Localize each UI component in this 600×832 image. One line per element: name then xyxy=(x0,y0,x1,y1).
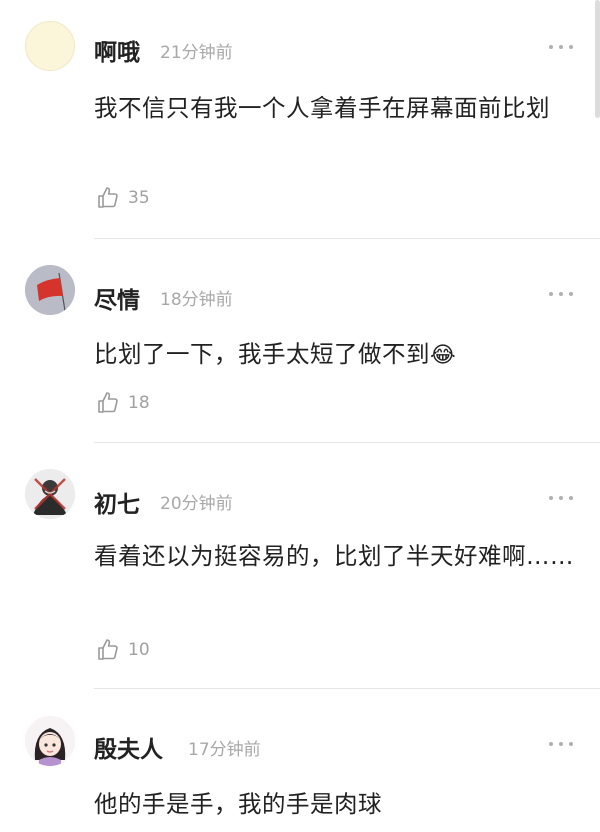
comment-text: 他的手是手，我的手是肉球 xyxy=(94,790,382,818)
comment-text: 我不信只有我一个人拿着手在屏幕面前比划 xyxy=(94,94,550,122)
avatar[interactable] xyxy=(25,265,75,315)
dark-figure-image xyxy=(25,469,75,519)
more-options-icon[interactable] xyxy=(549,42,573,52)
more-options-icon[interactable] xyxy=(549,739,573,749)
thumbs-up-icon xyxy=(98,187,118,208)
comment-item: 殷夫人 17分钟前 他的手是手，我的手是肉球 xyxy=(0,690,600,832)
comment-timestamp: 21分钟前 xyxy=(160,43,233,63)
comment-timestamp: 17分钟前 xyxy=(188,740,261,760)
like-count: 10 xyxy=(128,640,150,660)
comment-text: 看着还以为挺容易的，比划了半天好难啊…… xyxy=(94,542,574,570)
like-button[interactable]: 10 xyxy=(96,638,150,662)
comment-username[interactable]: 殷夫人 xyxy=(94,730,163,764)
comment-timestamp: 20分钟前 xyxy=(160,494,233,514)
cartoon-girl-image xyxy=(25,716,75,766)
more-options-icon[interactable] xyxy=(549,289,573,299)
like-button[interactable]: 35 xyxy=(96,186,150,210)
comment-item: 尽情 18分钟前 比划了一下，我手太短了做不到😂 18 xyxy=(0,240,600,444)
laughing-crying-emoji-icon: 😂 xyxy=(430,343,457,368)
comment-username[interactable]: 尽情 xyxy=(94,281,140,315)
thumbs-up-icon xyxy=(98,639,118,660)
comment-item: 初七 20分钟前 看着还以为挺容易的，比划了半天好难啊…… 10 xyxy=(0,444,600,690)
thumbs-up-icon xyxy=(98,392,118,413)
comment-timestamp: 18分钟前 xyxy=(160,290,233,310)
divider xyxy=(94,688,600,689)
like-count: 35 xyxy=(128,188,150,208)
comment-item: 啊哦 21分钟前 我不信只有我一个人拿着手在屏幕面前比划 35 xyxy=(0,0,600,240)
like-count: 18 xyxy=(128,393,150,413)
comment-text-body: 比划了一下，我手太短了做不到 xyxy=(94,340,430,368)
like-button[interactable]: 18 xyxy=(96,391,150,415)
divider xyxy=(94,442,600,443)
comment-text: 比划了一下，我手太短了做不到😂 xyxy=(94,332,584,378)
divider xyxy=(94,238,600,239)
red-flag-image xyxy=(25,265,75,315)
avatar[interactable] xyxy=(25,21,75,71)
avatar[interactable] xyxy=(25,716,75,766)
avatar[interactable] xyxy=(25,469,75,519)
comment-username[interactable]: 初七 xyxy=(94,485,140,519)
more-options-icon[interactable] xyxy=(549,493,573,503)
comment-username[interactable]: 啊哦 xyxy=(94,33,140,67)
